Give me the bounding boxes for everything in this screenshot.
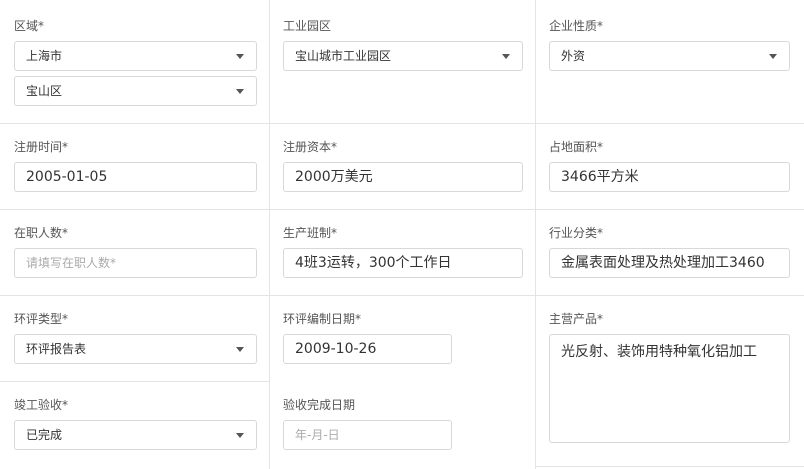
nature-label: 企业性质* <box>549 19 604 33</box>
main-products-label: 主营产品* <box>549 312 604 326</box>
eia-date-label: 环评编制日期* <box>283 312 362 326</box>
city-select[interactable]: 上海市 <box>14 41 257 71</box>
reg-date-label: 注册时间* <box>14 140 69 154</box>
shifts-label: 生产班制* <box>283 226 338 240</box>
chevron-down-icon <box>236 54 244 59</box>
eia-type-select[interactable]: 环评报告表 <box>14 334 257 364</box>
chevron-down-icon <box>236 89 244 94</box>
region-label: 区域* <box>14 19 45 33</box>
land-area-label: 占地面积* <box>549 140 604 154</box>
acceptance-select[interactable]: 已完成 <box>14 420 257 450</box>
nature-select[interactable]: 外资 <box>549 41 790 71</box>
land-area-input[interactable]: 3466平方米 <box>549 162 790 192</box>
nature-select-value: 外资 <box>561 49 586 63</box>
eia-type-label: 环评类型* <box>14 312 69 326</box>
chevron-down-icon <box>769 54 777 59</box>
district-select-value: 宝山区 <box>26 84 63 98</box>
shifts-input[interactable]: 4班3运转，300个工作日 <box>283 248 523 278</box>
acceptance-date-input[interactable]: 年-月-日 <box>283 420 452 450</box>
industry-input[interactable]: 金属表面处理及热处理加工3460 <box>549 248 790 278</box>
industry-label: 行业分类* <box>549 226 604 240</box>
acceptance-date-label: 验收完成日期 <box>283 398 356 412</box>
acceptance-select-value: 已完成 <box>26 428 63 442</box>
city-select-value: 上海市 <box>26 49 63 63</box>
main-products-textarea[interactable]: 光反射、装饰用特种氧化铝加工 <box>549 334 790 443</box>
eia-date-input[interactable]: 2009-10-26 <box>283 334 452 364</box>
chevron-down-icon <box>236 433 244 438</box>
eia-type-select-value: 环评报告表 <box>26 342 87 356</box>
employees-input[interactable]: 请填写在职人数* <box>14 248 257 278</box>
reg-capital-input[interactable]: 2000万美元 <box>283 162 523 192</box>
chevron-down-icon <box>236 347 244 352</box>
reg-date-input[interactable]: 2005-01-05 <box>14 162 257 192</box>
park-select[interactable]: 宝山城市工业园区 <box>283 41 523 71</box>
employees-label: 在职人数* <box>14 226 69 240</box>
acceptance-label: 竣工验收* <box>14 398 69 412</box>
district-select[interactable]: 宝山区 <box>14 76 257 106</box>
chevron-down-icon <box>502 54 510 59</box>
park-label: 工业园区 <box>283 19 332 33</box>
reg-capital-label: 注册资本* <box>283 140 338 154</box>
park-select-value: 宝山城市工业园区 <box>295 49 392 63</box>
